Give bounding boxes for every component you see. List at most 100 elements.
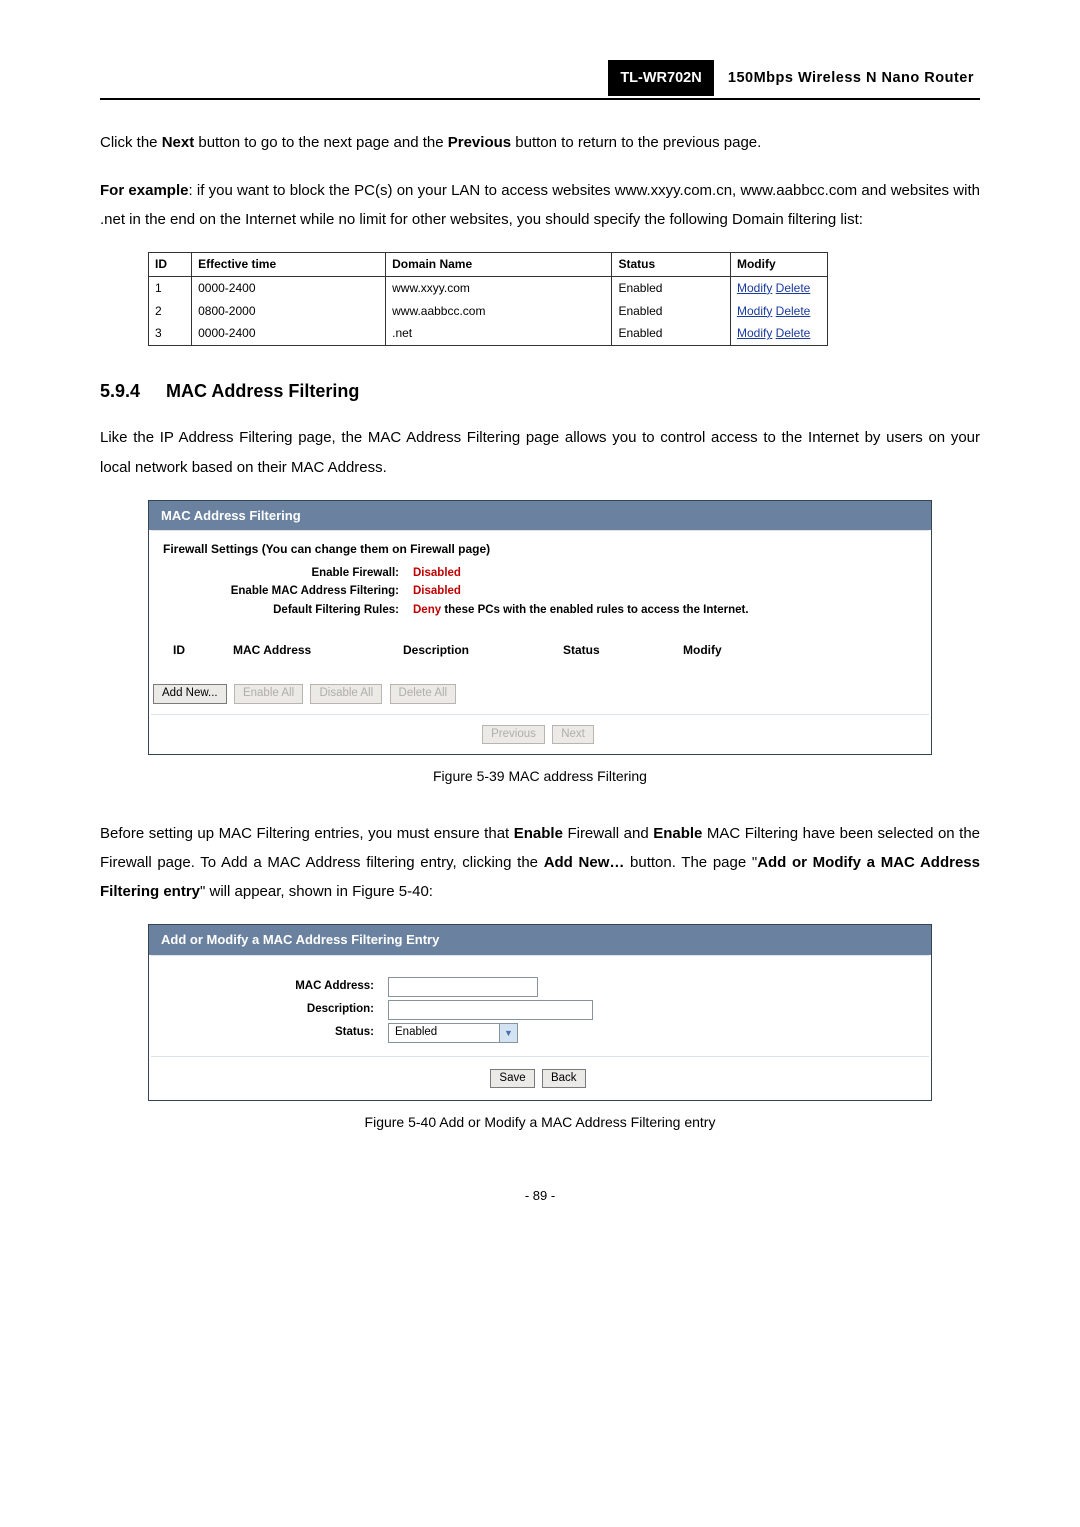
enable-mac-filtering-row: Enable MAC Address Filtering: Disabled [163, 584, 917, 600]
col-modify: Modify [683, 642, 907, 658]
modify-link[interactable]: Modify [737, 281, 772, 295]
model-badge: TL-WR702N [608, 60, 713, 96]
page-number: - 89 - [100, 1183, 980, 1208]
cell-domain: www.aabbcc.com [386, 300, 612, 323]
cell-modify: Modify Delete [730, 300, 827, 323]
col-id: ID [173, 642, 233, 658]
enable-mac-filtering-label: Enable MAC Address Filtering: [163, 584, 413, 600]
example-paragraph: For example: if you want to block the PC… [100, 176, 980, 235]
col-status: Status [563, 642, 683, 658]
enable-mac-filtering-value: Disabled [413, 584, 461, 600]
save-button[interactable]: Save [490, 1069, 534, 1089]
status-label: Status: [163, 1025, 388, 1041]
domain-filtering-table: ID Effective time Domain Name Status Mod… [148, 252, 828, 346]
table-row: 2 0800-2000 www.aabbcc.com Enabled Modif… [149, 300, 828, 323]
status-row: Status: Enabled ▼ [163, 1023, 917, 1043]
default-filtering-rules-label: Default Filtering Rules: [163, 603, 413, 619]
cell-status: Enabled [612, 276, 731, 299]
back-button[interactable]: Back [542, 1069, 586, 1089]
cell-time: 0000-2400 [192, 276, 386, 299]
model-description: 150Mbps Wireless N Nano Router [718, 60, 980, 96]
enable-keyword: Enable [653, 825, 702, 842]
section-heading: 5.9.4MAC Address Filtering [100, 374, 980, 409]
col-modify: Modify [730, 253, 827, 277]
deny-text: Deny [413, 604, 444, 616]
mac-intro-paragraph: Like the IP Address Filtering page, the … [100, 423, 980, 482]
firewall-settings-heading: Firewall Settings (You can change them o… [163, 541, 917, 557]
description-input[interactable] [388, 1000, 593, 1020]
rules-rest-text: these PCs with the enabled rules to acce… [444, 604, 748, 616]
panel-title: MAC Address Filtering [149, 501, 931, 531]
col-status: Status [612, 253, 731, 277]
chevron-down-icon: ▼ [499, 1024, 517, 1042]
text: : if you want to block the PC(s) on your… [100, 182, 980, 228]
col-effective-time: Effective time [192, 253, 386, 277]
cell-status: Enabled [612, 300, 731, 323]
cell-time: 0800-2000 [192, 300, 386, 323]
add-modify-mac-panel: Add or Modify a MAC Address Filtering En… [148, 924, 932, 1101]
table-row: 1 0000-2400 www.xxyy.com Enabled Modify … [149, 276, 828, 299]
previous-keyword: Previous [448, 134, 511, 151]
text: " will appear, shown in Figure 5-40: [200, 883, 433, 900]
page-header: TL-WR702N 150Mbps Wireless N Nano Router [100, 60, 980, 100]
panel-pagination: Previous Next [151, 714, 929, 755]
before-setup-paragraph: Before setting up MAC Filtering entries,… [100, 819, 980, 907]
add-new-button[interactable]: Add New... [153, 684, 227, 704]
cell-id: 1 [149, 276, 192, 299]
section-number: 5.9.4 [100, 374, 166, 409]
enable-keyword: Enable [514, 825, 563, 842]
figure-caption-39: Figure 5-39 MAC address Filtering [100, 763, 980, 790]
cell-modify: Modify Delete [730, 276, 827, 299]
panel-action-buttons: Add New... Enable All Disable All Delete… [149, 682, 931, 714]
enable-all-button[interactable]: Enable All [234, 684, 303, 704]
delete-link[interactable]: Delete [776, 304, 811, 318]
text: Before setting up MAC Filtering entries,… [100, 825, 514, 842]
cell-domain: www.xxyy.com [386, 276, 612, 299]
cell-id: 3 [149, 322, 192, 345]
enable-firewall-value: Disabled [413, 566, 461, 582]
text: button to return to the previous page. [511, 134, 761, 151]
modify-link[interactable]: Modify [737, 304, 772, 318]
status-select[interactable]: Enabled ▼ [388, 1023, 518, 1043]
col-description: Description [403, 642, 563, 658]
figure-caption-40: Figure 5-40 Add or Modify a MAC Address … [100, 1109, 980, 1136]
delete-link[interactable]: Delete [776, 281, 811, 295]
default-filtering-rules-row: Default Filtering Rules: Deny these PCs … [163, 603, 917, 619]
example-label: For example [100, 182, 188, 199]
modify-link[interactable]: Modify [737, 326, 772, 340]
text: Click the [100, 134, 162, 151]
cell-modify: Modify Delete [730, 322, 827, 345]
text: button to go to the next page and the [194, 134, 448, 151]
disable-all-button[interactable]: Disable All [310, 684, 382, 704]
enable-firewall-row: Enable Firewall: Disabled [163, 566, 917, 582]
mac-table-header: ID MAC Address Description Status Modify [163, 642, 917, 668]
col-mac: MAC Address [233, 642, 403, 658]
delete-link[interactable]: Delete [776, 326, 811, 340]
status-select-value: Enabled [389, 1025, 499, 1041]
next-keyword: Next [162, 134, 195, 151]
cell-id: 2 [149, 300, 192, 323]
text: Firewall and [563, 825, 653, 842]
section-title: MAC Address Filtering [166, 381, 359, 401]
intro-paragraph-1: Click the Next button to go to the next … [100, 128, 980, 157]
add-new-keyword: Add New… [544, 854, 625, 871]
next-button[interactable]: Next [552, 725, 594, 745]
table-header-row: ID Effective time Domain Name Status Mod… [149, 253, 828, 277]
table-row: 3 0000-2400 .net Enabled Modify Delete [149, 322, 828, 345]
col-id: ID [149, 253, 192, 277]
default-filtering-rules-value: Deny these PCs with the enabled rules to… [413, 603, 749, 619]
delete-all-button[interactable]: Delete All [390, 684, 457, 704]
mac-address-label: MAC Address: [163, 979, 388, 995]
cell-domain: .net [386, 322, 612, 345]
cell-time: 0000-2400 [192, 322, 386, 345]
mac-address-row: MAC Address: [163, 977, 917, 997]
previous-button[interactable]: Previous [482, 725, 545, 745]
cell-status: Enabled [612, 322, 731, 345]
mac-filtering-panel: MAC Address Filtering Firewall Settings … [148, 500, 932, 756]
col-domain-name: Domain Name [386, 253, 612, 277]
enable-firewall-label: Enable Firewall: [163, 566, 413, 582]
mac-address-input[interactable] [388, 977, 538, 997]
add-panel-footer: Save Back [151, 1056, 929, 1101]
description-row: Description: [163, 1000, 917, 1020]
text: button. The page " [624, 854, 757, 871]
